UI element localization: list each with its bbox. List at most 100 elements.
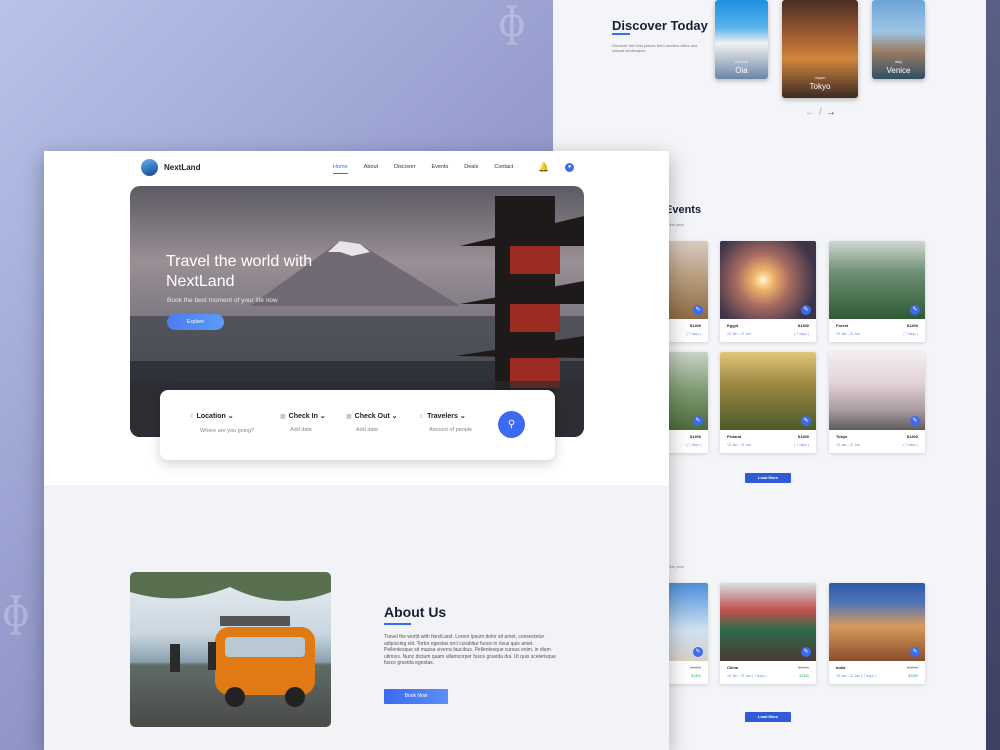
user-icon[interactable]: ● — [565, 163, 574, 172]
decor-mark: ɸ — [2, 590, 30, 636]
person-icon: ☺ — [418, 414, 425, 420]
search-panel: ⌾ Location ⌄ Where are you going? ▦ Check … — [160, 390, 555, 460]
events-load-more-button[interactable]: Load More — [745, 473, 791, 483]
travelers-label: Travelers — [427, 413, 458, 420]
checkin-field[interactable]: ▦ Check In ⌄ Add date — [280, 412, 326, 433]
discover-card-tokyo[interactable]: Japan Tokyo — [782, 0, 858, 98]
pin-icon: ✎ — [801, 647, 811, 657]
event-name: Finland — [727, 434, 742, 439]
event-name: Egypt — [727, 323, 739, 328]
travelers-field[interactable]: ☺ Travelers ⌄ Amount of people — [418, 412, 472, 433]
bell-icon[interactable]: 🔔 — [538, 162, 549, 173]
landing-page: NextLand Home About Discover Events Deal… — [44, 151, 669, 750]
discover-title: Discover Today — [612, 18, 708, 33]
pin-icon: ✎ — [693, 647, 703, 657]
chevron-down-icon: ⌄ — [459, 413, 466, 420]
discover-subtitle: Discover the best places from modern cit… — [612, 43, 698, 53]
checkout-field[interactable]: ▦ Check Out ⌄ Add date — [346, 412, 398, 433]
explore-button[interactable]: Explore — [167, 314, 224, 330]
calendar-icon: ▦ — [280, 414, 286, 420]
event-price: $1400 — [906, 323, 918, 328]
nav-item-discover[interactable]: Discover — [394, 164, 415, 170]
event-date: 15 Jan - 21 Jan — [727, 443, 752, 447]
deal-price: $1200 — [908, 674, 918, 678]
about-image — [130, 572, 331, 727]
event-days: ( 7 days ) — [686, 332, 701, 336]
location-placeholder: Where are you going? — [200, 428, 255, 434]
nav-item-about[interactable]: About — [364, 164, 378, 170]
discover-card-venice[interactable]: Italy Venice — [872, 0, 925, 79]
event-card[interactable]: ✎ Egypt $1400 15 Jan - 21 Jan ( 7 days ) — [720, 241, 816, 342]
deal-old-price: $1400 — [689, 665, 701, 670]
checkin-label: Check In — [288, 413, 318, 420]
chevron-down-icon: ⌄ — [227, 413, 234, 420]
event-card[interactable]: ✎ Tokyo $1400 15 Jan - 21 Jan ( 7 days ) — [829, 352, 925, 453]
chevron-down-icon: ⌄ — [391, 413, 398, 420]
nav-item-deals[interactable]: Deals — [464, 164, 478, 170]
deal-date: 15 Jan - 21 Jan ( 7 days ) — [727, 674, 767, 678]
travelers-placeholder: Amount of people — [429, 427, 473, 433]
brand-logo-icon[interactable] — [141, 159, 158, 176]
carousel-arrows: ← / → — [805, 107, 840, 118]
event-price: $1400 — [689, 323, 701, 328]
location-field[interactable]: ⌾ Location ⌄ Where are you going? — [190, 412, 254, 434]
event-name: Tokyo — [836, 434, 848, 439]
discover-card-oia[interactable]: Greece Oia — [715, 0, 768, 79]
deal-date: 15 Jan - 21 Jan ( 7 days ) — [836, 674, 876, 678]
event-days: ( 7 days ) — [794, 443, 809, 447]
pin-icon: ✎ — [910, 305, 920, 315]
event-price: $1400 — [906, 434, 918, 439]
event-card[interactable]: ✎ Forest $1400 15 Jan - 21 Jan ( 7 days ) — [829, 241, 925, 342]
event-days: ( 7 days ) — [794, 332, 809, 336]
deal-name: China — [727, 665, 739, 670]
about-text: Travel the world with NextLand. Lorem ip… — [384, 634, 557, 666]
nav-menu: Home About Discover Events Deals Contact — [333, 164, 529, 174]
event-date: 15 Jan - 21 Jan — [727, 332, 752, 336]
book-now-button[interactable]: Book Now — [384, 689, 448, 704]
deal-old-price: $1600 — [797, 665, 809, 670]
nav-item-events[interactable]: Events — [431, 164, 448, 170]
top-nav: NextLand Home About Discover Events Deal… — [44, 151, 669, 186]
checkout-label: Check Out — [354, 413, 390, 420]
deals-load-more-button[interactable]: Load More — [745, 712, 791, 722]
card-city: Venice — [886, 66, 911, 75]
card-country: Japan — [814, 75, 826, 80]
search-button[interactable]: ⚲ — [498, 411, 525, 438]
pin-icon: ✎ — [693, 305, 703, 315]
event-days: ( 7 days ) — [903, 443, 918, 447]
event-price: $1400 — [797, 323, 809, 328]
hero-subtitle: Book the best moment of your life now — [167, 297, 278, 304]
page-edge — [986, 0, 1000, 750]
event-days: ( 7 days ) — [686, 443, 701, 447]
arrow-right-icon[interactable]: → — [826, 107, 836, 118]
calendar-icon: ▦ — [346, 414, 352, 420]
title-underline — [612, 33, 630, 35]
about-van-illustration — [130, 572, 331, 707]
about-title: About Us — [384, 604, 447, 620]
nav-item-contact[interactable]: Contact — [494, 164, 513, 170]
hero-title: Travel the world with NextLand — [166, 253, 313, 290]
brand-name[interactable]: NextLand — [164, 163, 200, 172]
hero-section: NextLand Home About Discover Events Deal… — [44, 151, 669, 485]
arrow-left-icon[interactable]: ← — [805, 107, 815, 118]
deal-price: $1400 — [799, 674, 809, 678]
card-country: Greece — [734, 59, 749, 64]
deal-card[interactable]: ✎ India $1600 15 Jan - 21 Jan ( 7 days ) $… — [829, 583, 925, 684]
event-card[interactable]: ✎ Finland $1400 15 Jan - 21 Jan ( 7 days ) — [720, 352, 816, 453]
deal-old-price: $1600 — [906, 665, 918, 670]
pin-icon: ✎ — [910, 647, 920, 657]
events-title: Events — [665, 204, 702, 216]
decor-mark: ɸ — [498, 0, 526, 46]
pin-icon: ✎ — [693, 416, 703, 426]
pin-icon: ✎ — [910, 416, 920, 426]
event-date: 15 Jan - 21 Jan — [836, 443, 861, 447]
location-pin-icon: ⌾ — [190, 414, 194, 420]
checkin-placeholder: Add date — [290, 427, 313, 433]
deal-price: $1400 — [691, 674, 701, 678]
pin-icon: ✎ — [801, 416, 811, 426]
deal-card[interactable]: ✎ China $1600 15 Jan - 21 Jan ( 7 days ) $… — [720, 583, 816, 684]
event-name: Forest — [836, 323, 849, 328]
arrow-separator: / — [819, 107, 822, 118]
nav-item-home[interactable]: Home — [333, 164, 348, 174]
event-date: 15 Jan - 21 Jan — [836, 332, 861, 336]
